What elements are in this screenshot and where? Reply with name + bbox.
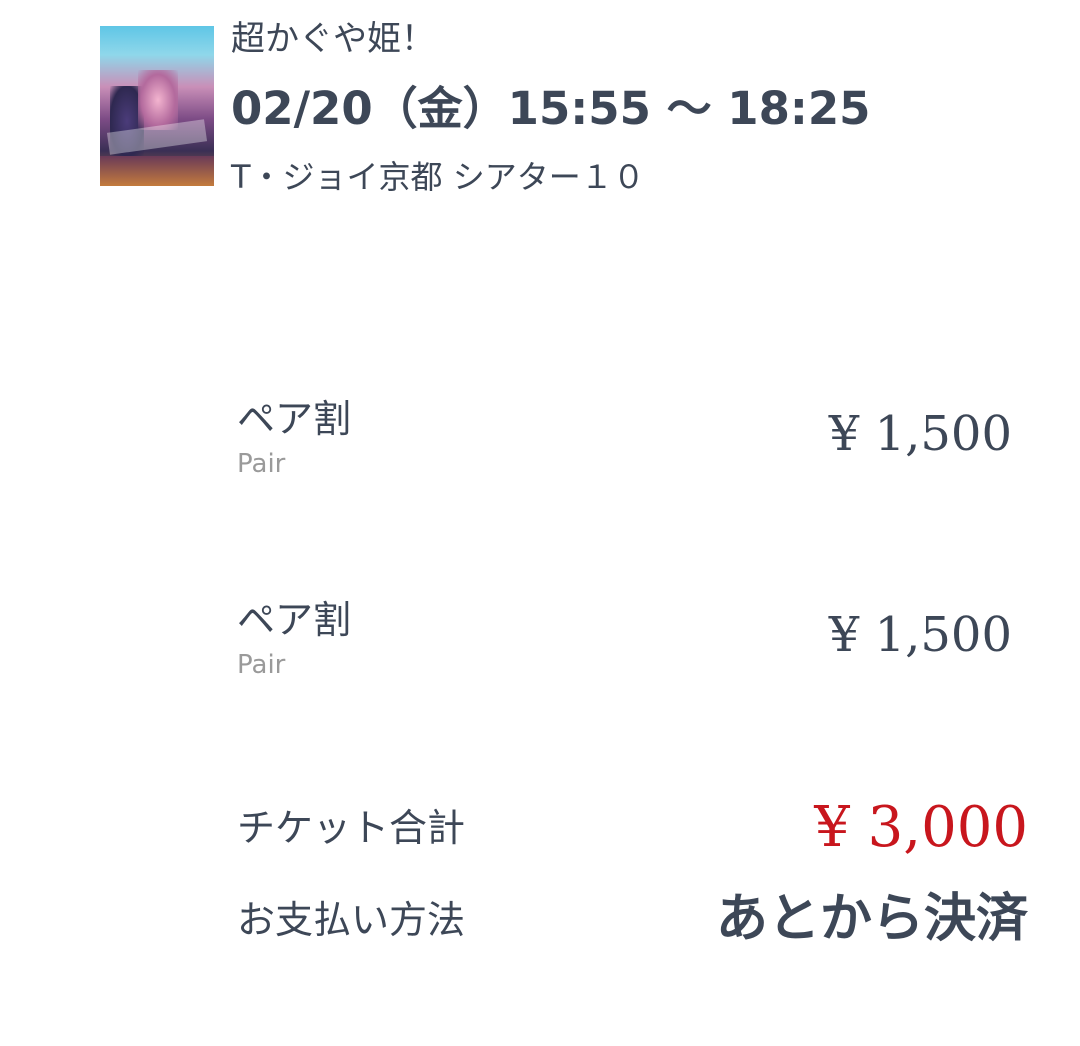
poster-art-footer <box>100 156 214 186</box>
ticket-total-label: チケット合計 <box>237 806 466 850</box>
ticket-total-value: ¥ 3,000 <box>814 795 1028 860</box>
showtime: 02/20（金）15:55 〜 18:25 <box>231 82 871 135</box>
payment-method-label: お支払い方法 <box>237 898 466 942</box>
ticket-type-name: ペア割 <box>237 397 352 441</box>
ticket-row: ペア割 Pair ¥ 1,500 <box>237 595 1017 695</box>
ticket-type-sub: Pair <box>237 449 286 479</box>
payment-method-value: あとから決済 <box>715 889 1028 949</box>
ticket-type-sub: Pair <box>237 650 286 680</box>
movie-poster-image <box>100 26 214 186</box>
theater-name: T・ジョイ京都 シアター１０ <box>231 158 645 196</box>
movie-title: 超かぐや姫！ <box>231 19 435 59</box>
ticket-row: ペア割 Pair ¥ 1,500 <box>237 394 1017 494</box>
poster-art-figure-right <box>138 70 178 130</box>
ticket-price: ¥ 1,500 <box>828 607 1012 663</box>
ticket-type-name: ペア割 <box>237 598 352 642</box>
ticket-price: ¥ 1,500 <box>828 406 1012 462</box>
